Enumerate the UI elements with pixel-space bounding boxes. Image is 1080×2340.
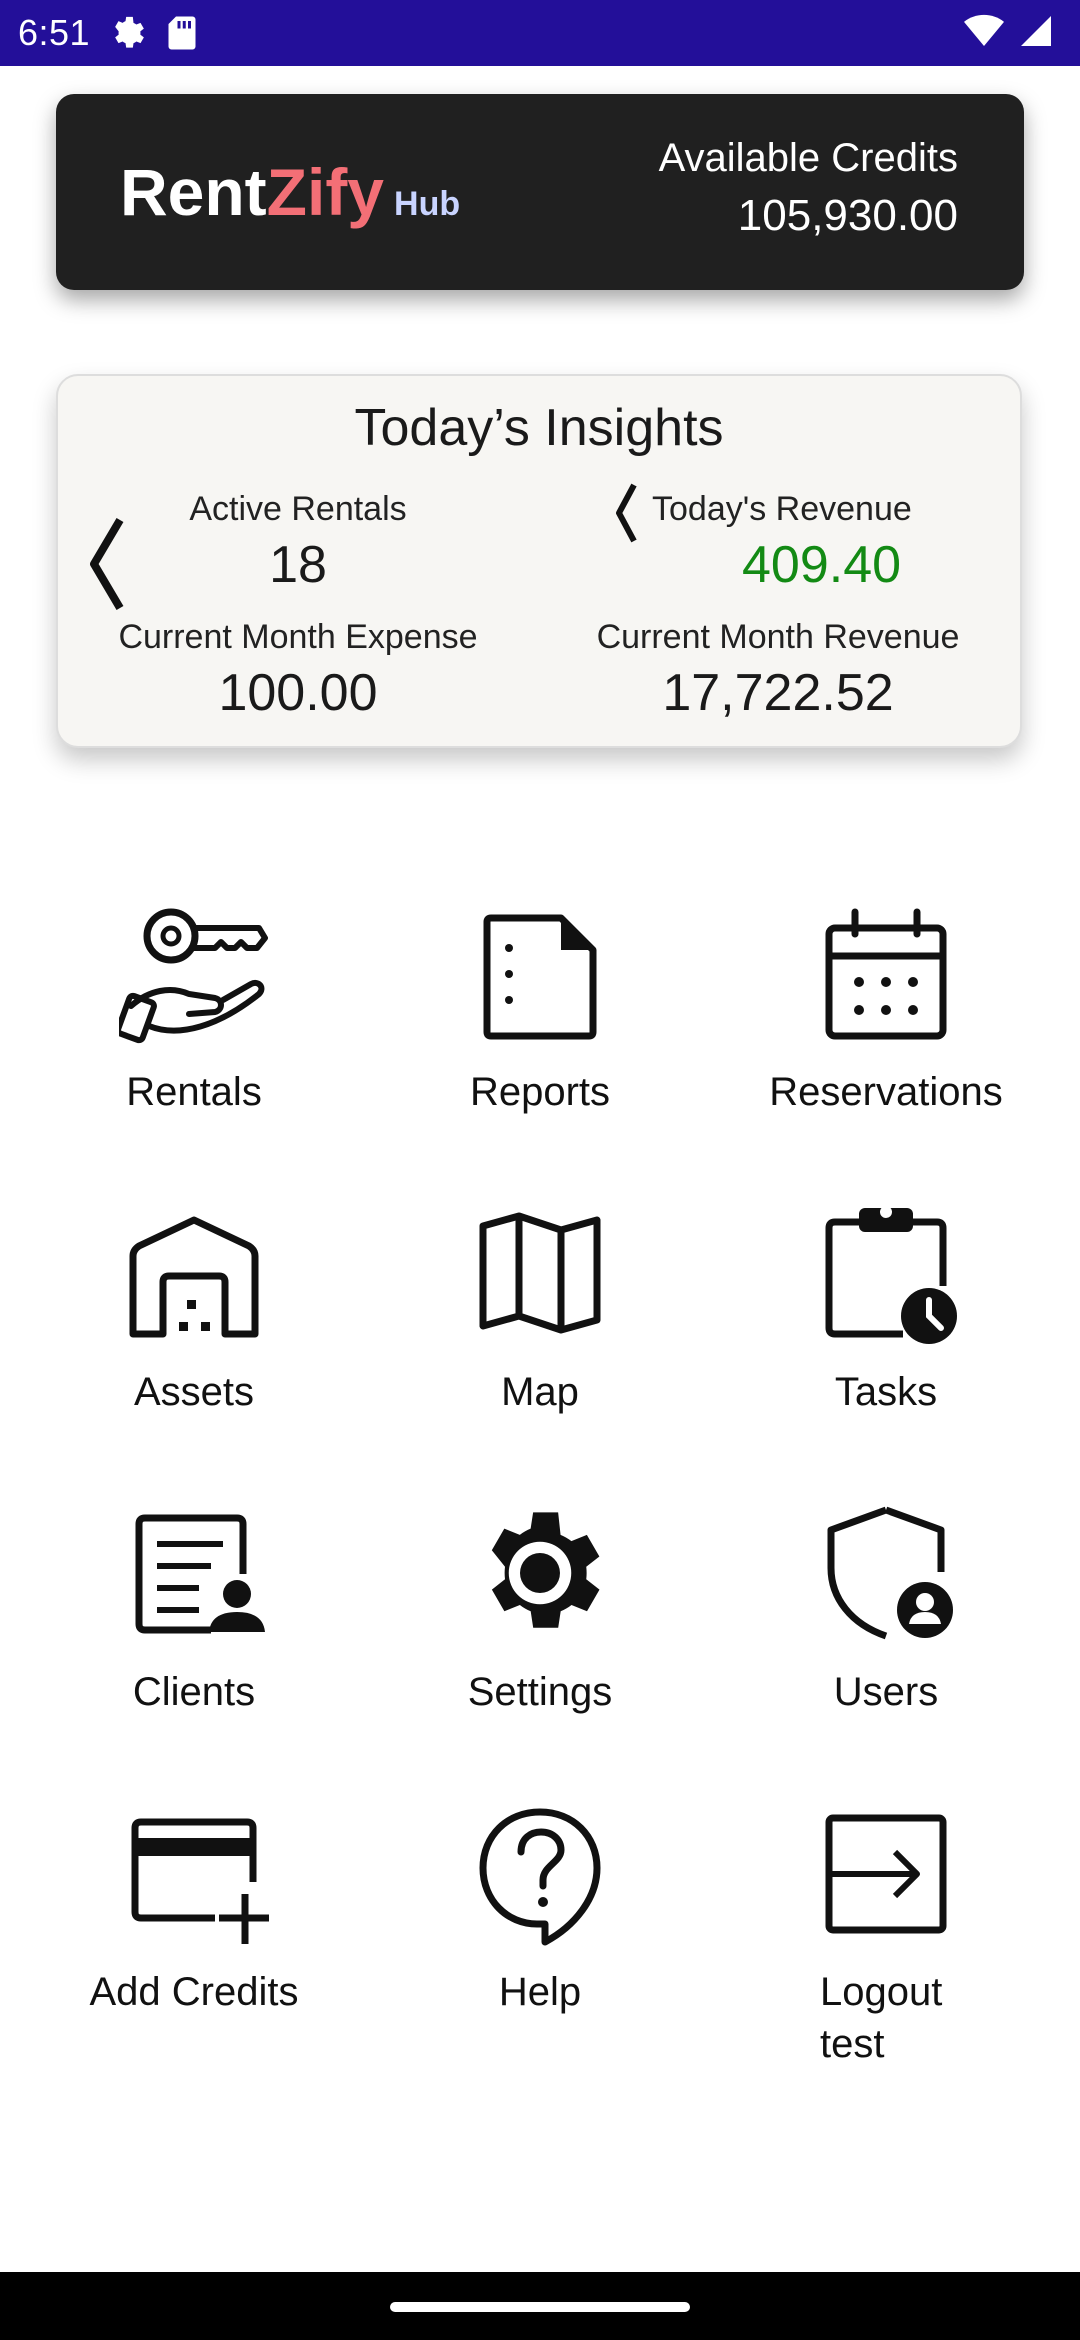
menu-label: Reports [469,1070,611,1114]
shield-user-icon [827,1506,953,1640]
header-card: Rent Zify Hub Available Credits 105,930.00 [56,94,1024,290]
insights-title: Today’s Insights [354,399,724,457]
status-bar: 6:51 [0,0,1080,66]
document-icon [483,914,597,1040]
menu-users[interactable]: Users [736,1498,1036,1758]
menu-label: Help [498,1970,582,2014]
menu-label: Rentals [126,1070,262,1114]
menu-reservations[interactable]: Reservations [736,898,1036,1158]
menu-label: Map [501,1370,579,1414]
menu-label: Settings [467,1670,613,1714]
sd-card-icon [166,15,198,51]
insights-card: Today’s Insights Active Rentals 18 Today… [56,374,1022,748]
signal-icon [1018,13,1054,54]
menu-logout[interactable]: Logout test [736,1798,1036,2066]
menu-reports[interactable]: Reports [390,898,690,1158]
menu-settings[interactable]: Settings [390,1498,690,1758]
menu-label: Clients [132,1670,256,1714]
menu-tasks[interactable]: Tasks [736,1198,1036,1458]
menu-label: Assets [133,1370,255,1414]
status-time: 6:51 [18,12,91,53]
metric-todays-revenue: Today's Revenue 409.40 [638,490,1018,595]
gear-icon [491,1512,600,1628]
logo-hub: Hub [394,185,461,223]
menu-help[interactable]: Help [390,1798,690,2058]
credits-label: Available Credits [658,136,958,180]
metric-label: Current Month Expense [118,618,478,656]
metric-label: Active Rentals [189,490,407,528]
client-card-icon [135,1514,265,1634]
map-icon [479,1212,601,1334]
menu-label: Tasks [834,1370,938,1414]
navigation-bar [0,2272,1080,2340]
metric-month-expense: Current Month Expense 100.00 [108,618,488,723]
menu-rentals[interactable]: Rentals [44,898,344,1158]
help-bubble-icon [479,1808,601,1946]
metric-month-revenue: Current Month Revenue 17,722.52 [578,618,978,723]
app-logo: Rent Zify Hub [120,154,460,230]
chevron-left-icon[interactable] [86,516,126,617]
menu-label: Add Credits [89,1970,299,2014]
logout-icon [825,1814,947,1934]
garage-icon [129,1216,259,1338]
metric-active-rentals: Active Rentals 18 [128,490,468,595]
logo-zify: Zify [266,155,385,229]
metric-label: Today's Revenue [652,490,912,528]
settings-gear-icon [108,13,148,53]
metric-value: 409.40 [742,536,902,594]
menu-assets[interactable]: Assets [44,1198,344,1458]
credits-panel: Available Credits 105,930.00 [659,136,958,241]
clipboard-clock-icon [825,1206,957,1344]
menu-label: Reservations [769,1070,1003,1114]
chevron-left-small-icon[interactable] [614,482,638,549]
key-hand-icon [119,908,268,1044]
logo-rent: Rent [120,155,267,229]
credits-value: 105,930.00 [737,191,958,240]
menu-map[interactable]: Map [390,1198,690,1458]
metric-label: Current Month Revenue [596,618,960,656]
wifi-icon [964,14,1004,53]
home-gesture-handle[interactable] [390,2302,690,2312]
metric-value: 100.00 [218,664,378,722]
metric-value: 18 [269,536,327,594]
calendar-icon [825,908,947,1040]
metric-value: 17,722.52 [662,664,894,722]
menu-label: Logout test [820,1970,943,2066]
menu-add-credits[interactable]: Add Credits [44,1798,344,2058]
credit-card-add-icon [131,1818,269,1944]
menu-label: Users [833,1670,939,1714]
menu-clients[interactable]: Clients [44,1498,344,1758]
